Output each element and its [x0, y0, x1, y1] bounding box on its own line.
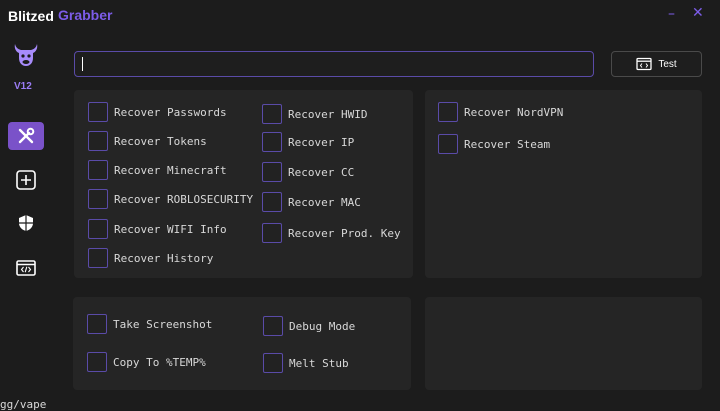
- sidebar: V12: [0, 34, 52, 408]
- recover-tokens-checkbox[interactable]: Recover Tokens: [88, 131, 207, 151]
- minimize-button[interactable]: –: [668, 6, 675, 22]
- option-label: Recover NordVPN: [464, 105, 564, 119]
- footer-text: gg/vape: [0, 398, 47, 411]
- option-label: Recover IP: [288, 135, 355, 149]
- test-button[interactable]: Test: [611, 51, 702, 77]
- recover-roblosecurity-checkbox[interactable]: Recover ROBLOSECURITY: [88, 189, 253, 209]
- checkbox-box[interactable]: [88, 248, 108, 268]
- checkbox-box[interactable]: [87, 352, 107, 372]
- recover-cc-checkbox[interactable]: Recover CC: [262, 162, 354, 182]
- option-label: Recover WIFI Info: [114, 222, 227, 236]
- code-icon: [16, 260, 36, 276]
- recover-wifi-checkbox[interactable]: Recover WIFI Info: [88, 219, 227, 239]
- option-label: Take Screenshot: [113, 317, 213, 331]
- close-button[interactable]: ✕: [692, 5, 704, 21]
- option-label: Recover Passwords: [114, 105, 227, 119]
- checkbox-box[interactable]: [438, 102, 458, 122]
- recover-mac-checkbox[interactable]: Recover MAC: [262, 192, 361, 212]
- checkbox-box[interactable]: [438, 134, 458, 154]
- code-icon: [636, 57, 652, 71]
- option-label: Recover Minecraft: [114, 163, 227, 177]
- melt-stub-checkbox[interactable]: Melt Stub: [263, 353, 349, 373]
- option-label: Recover ROBLOSECURITY: [114, 192, 254, 206]
- app-title-secondary: Grabber: [58, 7, 113, 23]
- debug-mode-checkbox[interactable]: Debug Mode: [263, 316, 355, 336]
- checkbox-box[interactable]: [262, 104, 282, 124]
- copy-to-temp-checkbox[interactable]: Copy To %TEMP%: [87, 352, 206, 372]
- recover-minecraft-checkbox[interactable]: Recover Minecraft: [88, 160, 227, 180]
- empty-panel: [425, 297, 702, 390]
- bull-logo-icon: [14, 44, 38, 66]
- recover-steam-checkbox[interactable]: Recover Steam: [438, 134, 550, 154]
- nav-code[interactable]: [8, 254, 44, 282]
- checkbox-box[interactable]: [263, 316, 283, 336]
- checkbox-box[interactable]: [262, 132, 282, 152]
- option-label: Debug Mode: [289, 319, 356, 333]
- checkbox-box[interactable]: [262, 162, 282, 182]
- checkbox-box[interactable]: [262, 223, 282, 243]
- text-caret: [82, 57, 83, 71]
- recover-ip-checkbox[interactable]: Recover IP: [262, 132, 354, 152]
- checkbox-box[interactable]: [263, 353, 283, 373]
- search-input[interactable]: [74, 51, 594, 77]
- option-label: Melt Stub: [289, 356, 349, 370]
- checkbox-box[interactable]: [88, 131, 108, 151]
- option-label: Copy To %TEMP%: [113, 355, 206, 369]
- test-button-label: Test: [658, 58, 677, 70]
- checkbox-box[interactable]: [88, 219, 108, 239]
- option-label: Recover HWID: [288, 107, 368, 121]
- nav-add[interactable]: [8, 166, 44, 194]
- recover-nordvpn-checkbox[interactable]: Recover NordVPN: [438, 102, 563, 122]
- recover-history-checkbox[interactable]: Recover History: [88, 248, 213, 268]
- option-label: Recover MAC: [288, 195, 361, 209]
- option-label: Recover Steam: [464, 137, 551, 151]
- take-screenshot-checkbox[interactable]: Take Screenshot: [87, 314, 212, 334]
- tools-icon: [18, 127, 35, 144]
- recover-prod-key-checkbox[interactable]: Recover Prod. Key: [262, 223, 401, 243]
- recover-passwords-checkbox[interactable]: Recover Passwords: [88, 102, 227, 122]
- misc-options-panel: [73, 297, 411, 390]
- nav-security[interactable]: [8, 209, 44, 237]
- checkbox-box[interactable]: [88, 160, 108, 180]
- shield-icon: [19, 215, 33, 231]
- option-label: Recover CC: [288, 165, 355, 179]
- checkbox-box[interactable]: [87, 314, 107, 334]
- checkbox-box[interactable]: [88, 102, 108, 122]
- option-label: Recover Tokens: [114, 134, 207, 148]
- version-label: V12: [14, 81, 32, 92]
- recover-hwid-checkbox[interactable]: Recover HWID: [262, 104, 367, 124]
- checkbox-box[interactable]: [262, 192, 282, 212]
- nav-tools[interactable]: [8, 122, 44, 150]
- checkbox-box[interactable]: [88, 189, 108, 209]
- option-label: Recover History: [114, 251, 214, 265]
- app-title-primary: Blitzed: [8, 8, 54, 24]
- add-box-icon: [16, 170, 36, 190]
- title-bar: Blitzed Grabber – ✕: [0, 0, 720, 34]
- option-label: Recover Prod. Key: [288, 226, 401, 240]
